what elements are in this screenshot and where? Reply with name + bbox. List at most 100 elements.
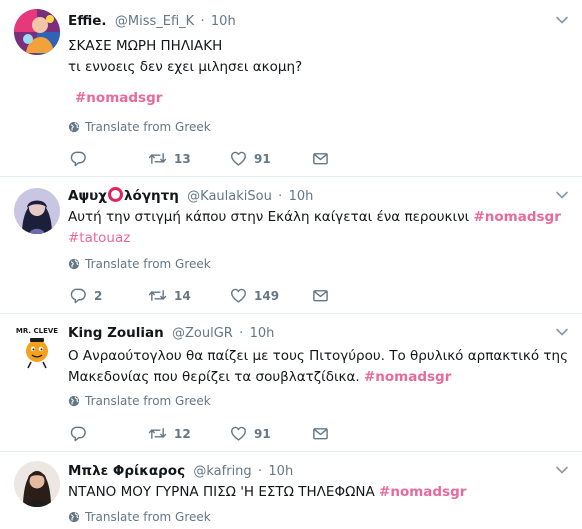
tweet-header: Μπλε Φρίκαρος @kafring · 10h [68,462,293,481]
separator-dot: · [200,14,205,29]
tweet-text-line: Μακεδονίας που θερίζει τα σουβλατζίδικα.… [68,367,568,388]
reply-button[interactable] [70,425,94,442]
translate-label: Translate from Greek [85,120,211,134]
display-name[interactable]: Μπλε Φρίκαρος [68,463,185,479]
retweet-icon [148,287,167,304]
user-handle[interactable]: @kafring [193,464,251,479]
separator-dot: · [257,464,263,479]
heart-icon [230,150,247,167]
tweet-text-content: Αυτή την στιγμή κάπου στην Εκάλη καίγετα… [68,209,470,225]
timestamp[interactable]: 10h [289,189,314,204]
display-name-suffix: λόγητη [124,188,179,204]
retweet-count: 14 [174,288,191,303]
tweet-text: Ο Ανραούτογλου θα παίζει με τους Πιτογύρ… [68,346,568,388]
envelope-icon [312,150,329,167]
timestamp[interactable]: 10h [268,464,293,479]
hashtag-row: #nomadsgr [75,88,575,109]
like-button[interactable]: 149 [230,287,279,304]
timestamp[interactable]: 10h [250,326,275,341]
translate-link[interactable]: Translate from Greek [68,394,211,408]
tweet-header: Αψυχ λόγητη @KaulakiSou · 10h [68,187,313,206]
reply-icon [70,425,87,442]
display-name[interactable]: Effie. [68,13,107,29]
hashtag-link[interactable]: #nomadsgr [75,90,162,106]
like-button[interactable]: 91 [230,150,271,167]
globe-icon [68,121,80,133]
tweet-item[interactable]: Μπλε Φρίκαρος @kafring · 10h ΝΤΑΝΟ ΜΟΥ Γ… [0,452,582,529]
tweet-text-line: #tatouaz [68,228,568,249]
retweet-button[interactable]: 14 [148,287,191,304]
tweet-item[interactable]: MR. CLEVE King Zoulian @ZoulGR · 10h Ο Α… [0,314,582,452]
chevron-down-icon[interactable] [554,462,570,478]
reply-count: 2 [94,288,103,303]
chevron-down-icon[interactable] [554,12,570,28]
retweet-button[interactable]: 12 [148,425,191,442]
avatar[interactable]: MR. CLEVE [14,324,60,370]
red-circle-emoji [108,187,123,202]
tweet-feed: Effie. @Miss_Efi_K · 10h ΣΚΑΣΕ ΜΩΡΗ ΠΗΛΙ… [0,0,582,529]
tweet-item[interactable]: Αψυχ λόγητη @KaulakiSou · 10h Αυτή την στ… [0,177,582,314]
tweet-actions: 12 91 [68,425,338,443]
tweet-text-line: Αυτή την στιγμή κάπου στην Εκάλη καίγετα… [68,207,568,228]
translate-link[interactable]: Translate from Greek [68,257,211,271]
tweet-text-line: Ο Ανραούτογλου θα παίζει με τους Πιτογύρ… [68,348,568,364]
translate-label: Translate from Greek [85,394,211,408]
translate-link[interactable]: Translate from Greek [68,510,211,524]
tweet-text-content: Μακεδονίας που θερίζει τα σουβλατζίδικα. [68,369,360,385]
reply-icon [70,150,87,167]
like-count: 91 [254,151,271,166]
translate-link[interactable]: Translate from Greek [68,120,211,134]
display-name-prefix: Αψυχ [68,188,107,204]
retweet-count: 12 [174,426,191,441]
separator-dot: · [278,189,283,204]
like-count: 91 [254,426,271,441]
avatar-text: MR. CLEVE [16,327,58,335]
chevron-down-icon[interactable] [554,187,570,203]
reply-button[interactable] [70,150,94,167]
reply-button[interactable]: 2 [70,287,102,304]
tweet-text-line: τι εννοεις δεν εχει μιλησει ακομη? [68,59,303,75]
tweet-text-line: ΣΚΑΣΕ ΜΩΡΗ ΠΗΛΙΑΚΗ [68,38,223,54]
globe-icon [68,395,80,407]
direct-message-button[interactable] [312,150,329,167]
direct-message-button[interactable] [312,425,329,442]
tweet-actions: 2 14 149 [68,287,338,305]
tweet-header: Effie. @Miss_Efi_K · 10h [68,12,236,31]
retweet-button[interactable]: 13 [148,150,191,167]
avatar[interactable] [14,461,60,507]
envelope-icon [312,425,329,442]
tweet-actions: 13 91 [68,150,338,168]
globe-icon [68,511,80,523]
timestamp[interactable]: 10h [211,14,236,29]
heart-icon [230,287,247,304]
translate-label: Translate from Greek [85,257,211,271]
user-handle[interactable]: @ZoulGR [172,326,233,341]
display-name[interactable]: King Zoulian [68,325,164,341]
direct-message-button[interactable] [312,287,329,304]
chevron-down-icon[interactable] [554,324,570,340]
like-count: 149 [254,288,280,303]
tweet-item[interactable]: Effie. @Miss_Efi_K · 10h ΣΚΑΣΕ ΜΩΡΗ ΠΗΛΙ… [0,0,582,177]
retweet-icon [148,150,167,167]
retweet-count: 13 [174,151,191,166]
tweet-text: Αυτή την στιγμή κάπου στην Εκάλη καίγετα… [68,207,568,249]
display-name[interactable]: Αψυχ λόγητη [68,187,179,204]
hashtag-link[interactable]: #nomadsgr [473,209,560,225]
reply-icon [70,287,87,304]
avatar[interactable] [14,188,60,234]
user-handle[interactable]: @Miss_Efi_K [115,14,194,29]
tweet-text: ΝΤΑΝΟ ΜΟΥ ΓΥΡΝΑ ΠΙΣΩ 'Η ΕΣΤΩ ΤΗΛΕΦΩΝΑ #n… [68,482,568,503]
translate-label: Translate from Greek [85,510,211,524]
hashtag-link[interactable]: #nomadsgr [364,369,451,385]
like-button[interactable]: 91 [230,425,271,442]
hashtag-link[interactable]: #tatouaz [68,230,130,246]
heart-icon [230,425,247,442]
user-handle[interactable]: @KaulakiSou [187,189,272,204]
tweet-header: King Zoulian @ZoulGR · 10h [68,324,274,343]
tweet-text-line: ΝΤΑΝΟ ΜΟΥ ΓΥΡΝΑ ΠΙΣΩ 'Η ΕΣΤΩ ΤΗΛΕΦΩΝΑ #n… [68,482,568,503]
avatar[interactable] [14,9,60,55]
hashtag-link[interactable]: #nomadsgr [379,484,466,500]
globe-icon [68,258,80,270]
retweet-icon [148,425,167,442]
envelope-icon [312,287,329,304]
